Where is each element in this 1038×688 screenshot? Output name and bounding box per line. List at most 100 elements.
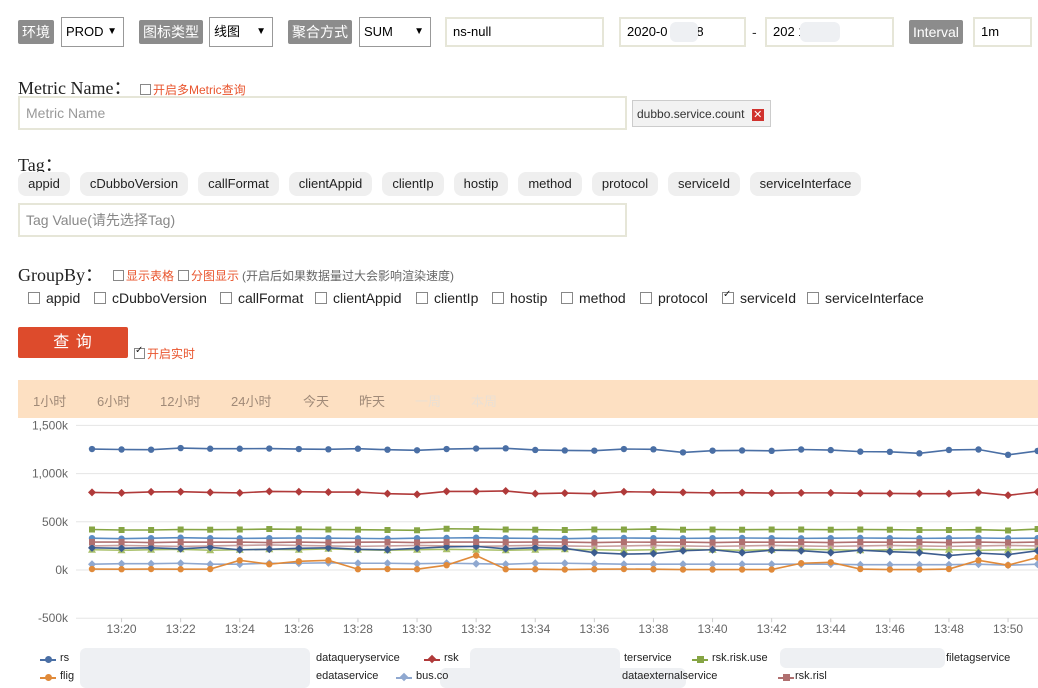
legend-item[interactable]: flig [60,670,74,682]
groupby-checkbox[interactable] [94,292,106,305]
series-point [916,539,923,546]
series-point [857,448,864,455]
tag-key-cdubboversion[interactable]: cDubboVersion [80,172,188,196]
tag-key-clientip[interactable]: clientIp [382,172,444,196]
tag-key-method[interactable]: method [518,172,582,196]
series-point [768,447,775,455]
tag-key-serviceinterface[interactable]: serviceInterface [750,172,861,196]
namespace-input[interactable]: ns-null [445,17,604,47]
groupby-checkbox[interactable] [561,292,573,305]
realtime-toggle[interactable]: 开启实时 [134,345,195,362]
groupby-checkbox[interactable] [492,292,504,305]
series-point [472,487,481,496]
tab-6h[interactable]: 6小时 [97,391,130,410]
series-point [650,526,657,533]
legend-item[interactable]: rsk.risk.use [712,652,768,664]
tag-key-callformat[interactable]: callFormat [198,172,279,196]
x-tick-label: 13:36 [579,622,609,636]
series-point [443,445,450,453]
series-point [1004,561,1012,569]
groupby-checkbox[interactable] [722,289,734,305]
legend-item[interactable]: bus.co [416,670,448,682]
series-point [679,566,687,573]
tag-key-hostip[interactable]: hostip [454,172,508,196]
multi-metric-checkbox[interactable] [140,84,151,96]
y-tick-label: -500k [38,611,69,625]
query-button[interactable]: 查 询 [18,327,128,358]
legend-item[interactable]: edataservice [316,670,378,682]
groupby-option-clientip[interactable]: clientIp [416,290,478,306]
series-point [560,559,569,568]
groupby-option-serviceinterface[interactable]: serviceInterface [807,290,924,306]
tab-1h[interactable]: 1小时 [33,391,66,410]
series-point [266,561,273,568]
legend-symbol-icon [424,654,440,664]
series-point [413,447,421,454]
groupby-checkbox[interactable] [28,292,40,305]
legend-item[interactable]: rsk [444,652,459,664]
groupby-option-appid[interactable]: appid [28,290,80,306]
aggregation-select-value: SUM [364,24,393,39]
series-point [709,539,716,546]
tag-key-clientappid[interactable]: clientAppid [289,172,372,196]
series-point [295,558,303,565]
tag-key-serviceid[interactable]: serviceId [668,172,740,196]
show-table-checkbox[interactable] [113,270,124,282]
series-point [708,488,717,497]
metric-name-input[interactable]: Metric Name [18,96,627,130]
series-point [561,566,568,573]
legend-item[interactable]: filetagservice [946,652,1010,664]
groupby-option-callformat[interactable]: callFormat [220,290,303,306]
tab-yesterday[interactable]: 昨天 [359,391,385,410]
groupby-checkbox[interactable] [220,292,232,305]
series-point [916,450,923,457]
tab-24h[interactable]: 24小时 [231,391,271,410]
tag-value-input[interactable]: Tag Value(请先选择Tag) [18,203,627,237]
groupby-option-method[interactable]: method [561,290,626,306]
tab-12h[interactable]: 12小时 [160,391,200,410]
groupby-option-cdubboversion[interactable]: cDubboVersion [94,290,207,306]
groupby-option-label: hostip [510,290,548,306]
tab-today[interactable]: 今天 [303,391,329,410]
realtime-checkbox[interactable] [134,345,145,360]
show-table-toggle[interactable]: 显示表格 [113,267,174,284]
delete-icon[interactable]: ✕ [751,108,764,121]
series-point [147,565,155,573]
groupby-option-hostip[interactable]: hostip [492,290,547,306]
groupby-option-clientappid[interactable]: clientAppid [315,290,402,306]
series-point [945,526,952,533]
env-select[interactable]: PROD ▼ [61,17,124,47]
series-point [1033,560,1038,569]
legend-item[interactable]: dataexternalservice [622,670,717,682]
legend-item[interactable]: terservice [624,652,672,664]
split-view-checkbox[interactable] [178,270,189,282]
groupby-checkbox[interactable] [807,292,819,305]
legend-item[interactable]: rs [60,652,69,664]
chart-legend: rs dataqueryservice rsk terservice rsk.risk.… [0,648,1038,688]
groupby-checkbox[interactable] [640,292,652,305]
split-view-toggle[interactable]: 分图显示 [178,267,239,284]
series-point [207,539,214,546]
split-view-note: (开启后如果数据量过大会影响渲染速度) [242,269,454,283]
series-point [738,566,746,573]
legend-symbol-icon [40,674,56,681]
interval-input[interactable]: 1m [973,17,1032,47]
series-point [354,526,361,533]
redacted-region [780,648,945,668]
aggregation-select[interactable]: SUM ▼ [359,17,431,47]
series-point [886,448,894,456]
tag-key-appid[interactable]: appid [18,172,70,196]
legend-item[interactable]: rsk.risl [795,670,827,682]
tag-key-protocol[interactable]: protocol [592,172,658,196]
y-tick-label: 500k [42,515,69,529]
chart-type-select[interactable]: 线图 ▼ [209,17,273,47]
series-point [531,489,540,498]
series-point [89,526,95,533]
groupby-option-protocol[interactable]: protocol [640,290,708,306]
series-point [620,445,628,453]
groupby-option-serviceid[interactable]: serviceId [722,289,796,306]
x-tick-label: 13:48 [934,622,964,636]
groupby-checkbox[interactable] [315,292,327,305]
groupby-checkbox[interactable] [416,292,428,305]
legend-item[interactable]: dataqueryservice [316,652,400,664]
